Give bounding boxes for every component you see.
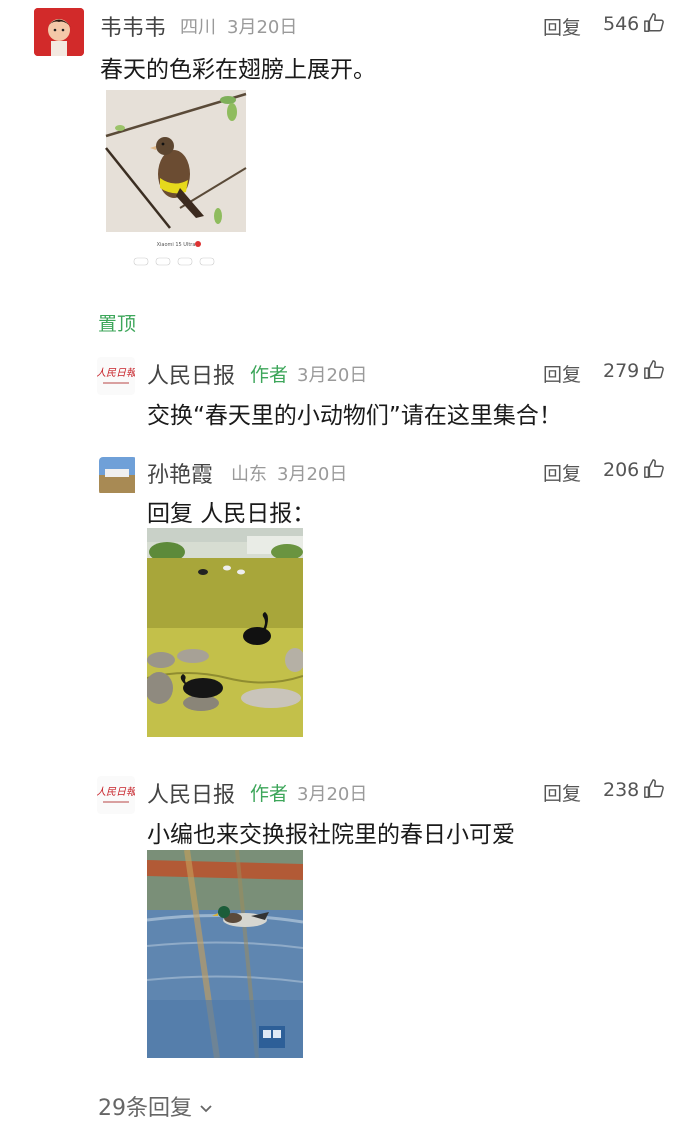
location: 四川 [180,17,216,38]
avatar-user[interactable] [34,8,84,56]
username[interactable]: 韦韦韦 [100,10,166,42]
timestamp: 3月20日 [297,365,368,386]
more-replies-label: 29条回复 [98,1096,192,1121]
comment-photo-swans[interactable] [145,528,305,737]
reply-button[interactable]: 回复 [543,459,581,486]
reply-button[interactable]: 回复 [543,360,581,387]
timestamp: 3月20日 [277,464,348,485]
avatar-peoples-daily[interactable]: 人民日報 [97,357,135,395]
avatar-user[interactable] [99,457,137,495]
thumbs-up-icon[interactable] [643,458,665,480]
location: 山东 [231,464,267,485]
pinned-label: 置顶 [98,313,137,335]
timestamp: 3月20日 [227,17,298,38]
comment-text: 交换“春天里的小动物们”请在这里集合！ [147,403,562,429]
reply-button[interactable]: 回复 [543,13,581,40]
chevron-down-icon [200,1105,212,1113]
username[interactable]: 人民日报 [147,777,235,809]
camera-watermark: Xiaomi 15 Ultra [157,242,196,248]
thumbs-up-icon[interactable] [643,12,665,34]
svg-text:人民日報: 人民日報 [97,367,135,379]
author-badge: 作者 [250,364,289,386]
thumbs-up-icon[interactable] [643,778,665,800]
author-badge: 作者 [250,783,289,805]
username[interactable]: 人民日报 [147,358,235,390]
svg-text:人民日報: 人民日報 [97,786,135,798]
comment-text: 小编也来交换报社院里的春日小可爱 [147,822,515,848]
comment-photo-bird[interactable]: Xiaomi 15 Ultra [100,88,252,284]
avatar-peoples-daily[interactable]: 人民日報 [97,776,135,814]
reply-button[interactable]: 回复 [543,779,581,806]
like-count: 279 [603,360,640,382]
timestamp: 3月20日 [297,784,368,805]
username[interactable]: 孙艳霞 [147,457,213,489]
photo-watermark-icon [259,1026,285,1048]
comment-photo-duck[interactable] [146,849,304,1059]
like-count: 206 [603,459,640,481]
comment-text: 春天的色彩在翅膀上展开。 [100,57,376,83]
comment-text: 回复 人民日报： [147,501,316,527]
like-count: 546 [603,13,640,35]
thumbs-up-icon[interactable] [643,359,665,381]
more-replies-link[interactable]: 29条回复 [98,1090,214,1122]
like-count: 238 [603,779,640,801]
